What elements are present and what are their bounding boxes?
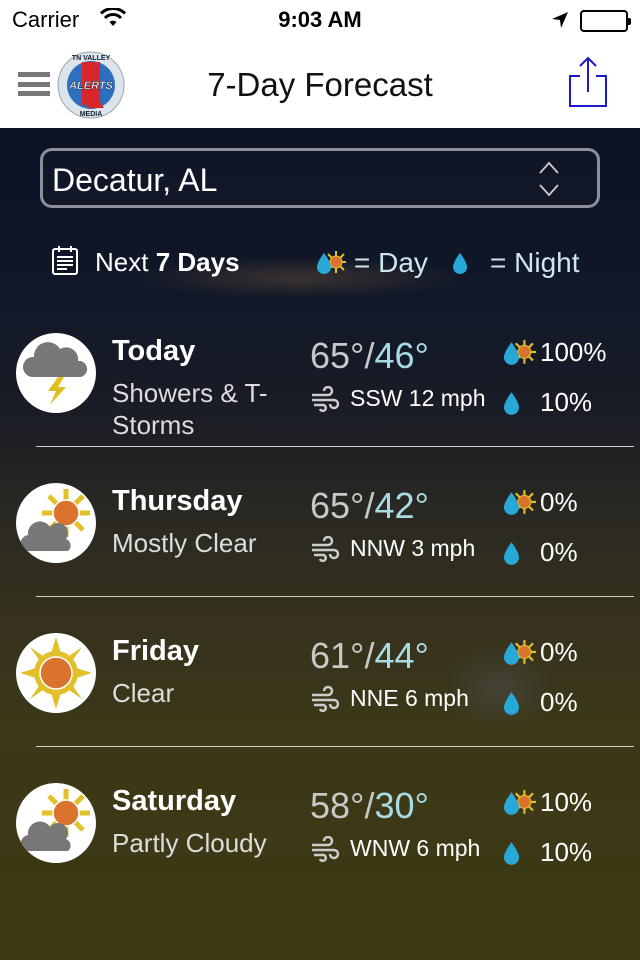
row-divider xyxy=(36,596,634,597)
day-name: Thursday xyxy=(112,485,243,517)
wind-icon xyxy=(312,685,340,712)
location-arrow-icon xyxy=(550,10,570,36)
forecast-row[interactable]: Today Showers & T-Storms 65°/46° SSW 12 … xyxy=(0,333,640,483)
night-precip: 10% xyxy=(502,837,592,868)
calendar-icon xyxy=(52,246,78,275)
day-name: Saturday xyxy=(112,785,237,817)
wind: SSW 12 mph xyxy=(310,385,486,412)
legend-day: = Day xyxy=(316,247,428,279)
day-precip-icon xyxy=(503,789,536,815)
wind-icon xyxy=(312,535,340,562)
wind-icon xyxy=(312,385,340,412)
condition-text: Clear xyxy=(112,678,175,708)
clock: 9:03 AM xyxy=(278,7,362,32)
next-days-label: Next 7 Days xyxy=(95,247,240,277)
svg-text:MEDIA: MEDIA xyxy=(80,111,103,118)
day-precip: 100% xyxy=(502,337,607,368)
day-precip: 0% xyxy=(502,637,578,668)
battery-icon xyxy=(580,10,631,32)
row-divider xyxy=(36,746,634,747)
day-name: Today xyxy=(112,335,196,367)
temperature: 65°/42° xyxy=(310,485,429,526)
forecast-content: Decatur, AL Next 7 Days = Day = Night To… xyxy=(0,128,640,960)
partly-cloudy-icon xyxy=(16,483,96,563)
night-precip-icon xyxy=(503,541,531,565)
night-precip: 0% xyxy=(502,537,578,568)
page-title: 7-Day Forecast xyxy=(207,66,433,103)
row-divider xyxy=(36,446,634,447)
night-precip-icon xyxy=(453,253,478,274)
temperature: 58°/30° xyxy=(310,785,429,826)
location-value: Decatur, AL xyxy=(52,162,218,198)
wind-icon xyxy=(312,835,340,862)
day-precip: 10% xyxy=(502,787,592,818)
forecast-row[interactable]: Friday Clear 61°/44° NNE 6 mph 0% 0% xyxy=(0,633,640,783)
day-precip-icon xyxy=(503,639,536,665)
sunny-icon xyxy=(16,633,96,713)
forecast-row[interactable]: Saturday Partly Cloudy 58°/30° WNW 6 mph… xyxy=(0,783,640,933)
up-down-chevron-icon xyxy=(539,161,559,197)
wind: WNW 6 mph xyxy=(310,835,480,862)
day-precip: 0% xyxy=(502,487,578,518)
condition-text: Mostly Clear xyxy=(112,528,257,558)
location-select[interactable]: Decatur, AL xyxy=(40,148,600,208)
thunderstorm-icon xyxy=(16,333,96,413)
condition-text: Showers & T-Storms xyxy=(112,378,268,440)
svg-text:TN VALLEY: TN VALLEY xyxy=(72,55,111,62)
day-precip-icon xyxy=(503,489,536,515)
wind: NNE 6 mph xyxy=(310,685,469,712)
day-name: Friday xyxy=(112,635,200,667)
temperature: 61°/44° xyxy=(310,635,429,676)
nav-bar: TN VALLEY ALERTS MEDIA 7-Day Forecast xyxy=(0,40,640,128)
share-icon[interactable] xyxy=(568,54,608,110)
status-bar: Carrier 9:03 AM xyxy=(0,0,640,40)
legend-night: = Night xyxy=(452,247,580,279)
wind: NNW 3 mph xyxy=(310,535,475,562)
condition-text: Partly Cloudy xyxy=(112,828,267,858)
night-precip-icon xyxy=(503,391,531,415)
night-precip-icon xyxy=(503,841,531,865)
night-precip: 0% xyxy=(502,687,578,718)
night-precip-icon xyxy=(503,691,531,715)
night-precip: 10% xyxy=(502,387,592,418)
temperature: 65°/46° xyxy=(310,335,429,376)
day-precip-icon xyxy=(503,339,536,365)
partly-cloudy-icon xyxy=(16,783,96,863)
subheader: Next 7 Days = Day = Night xyxy=(0,243,640,283)
day-precip-icon xyxy=(317,251,346,274)
forecast-row[interactable]: Thursday Mostly Clear 65°/42° NNW 3 mph … xyxy=(0,483,640,633)
